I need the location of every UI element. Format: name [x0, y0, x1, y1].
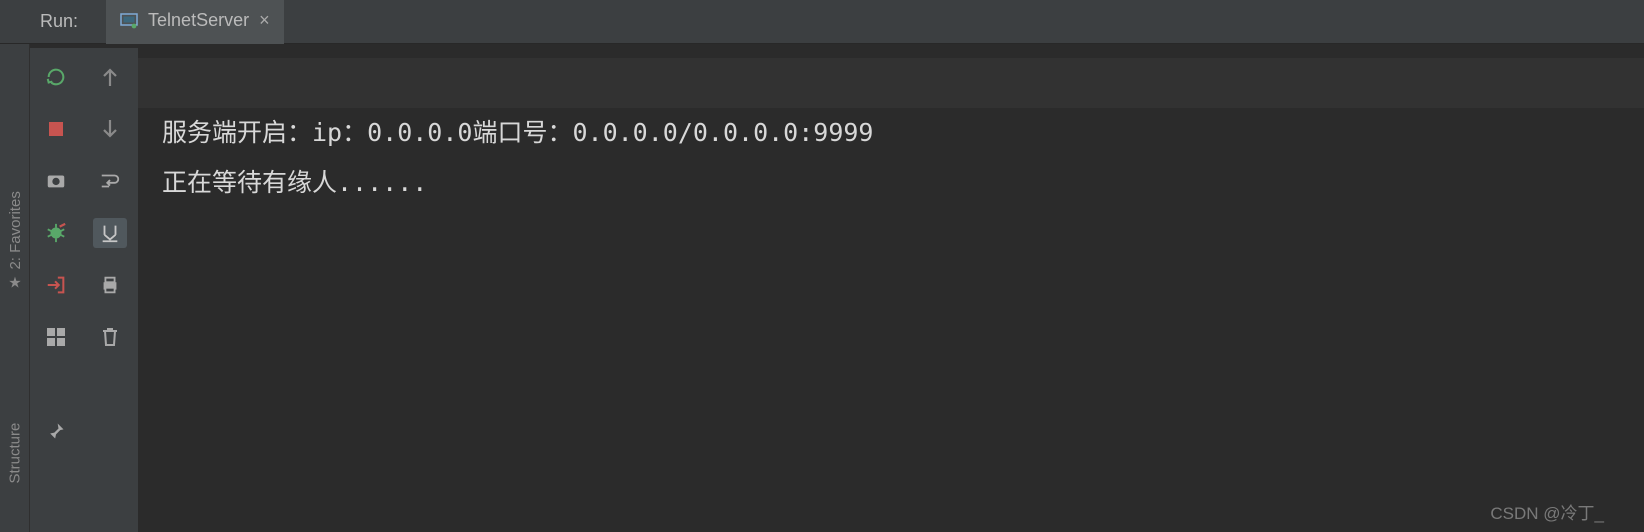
watermark: CSDN @冷丁_: [1490, 499, 1604, 524]
layout-button[interactable]: [39, 322, 73, 352]
soft-wrap-button[interactable]: [93, 166, 127, 196]
debug-button[interactable]: [39, 218, 73, 248]
console-output[interactable]: /Library/Java/JavaVirtualMachines/jdk1.8…: [138, 48, 1644, 532]
scroll-to-end-button[interactable]: [93, 218, 127, 248]
console-line-2: 正在等待有缘人......: [162, 168, 427, 197]
close-icon[interactable]: ×: [259, 10, 270, 31]
pin-button[interactable]: [39, 416, 73, 446]
star-icon: ★: [8, 273, 21, 291]
selection-highlight: [138, 58, 1644, 108]
down-arrow-button[interactable]: [93, 114, 127, 144]
exit-button[interactable]: [39, 270, 73, 300]
console-toolbar: [82, 48, 138, 532]
stop-button[interactable]: [39, 114, 73, 144]
run-label: Run:: [40, 11, 78, 32]
sidebar-tab-structure[interactable]: Structure: [7, 462, 24, 484]
print-button[interactable]: [93, 270, 127, 300]
side-rail: ★ 2: Favorites Structure: [0, 44, 30, 532]
sidebar-tab-favorites[interactable]: ★ 2: Favorites: [6, 267, 24, 289]
tab-title: TelnetServer: [148, 10, 249, 31]
console-line-1: 服务端开启：ip：0.0.0.0端口号：0.0.0.0/0.0.0.0:9999: [162, 118, 874, 147]
tab-telnetserver[interactable]: TelnetServer ×: [106, 0, 284, 44]
clear-all-button[interactable]: [93, 322, 127, 352]
dump-threads-button[interactable]: [39, 166, 73, 196]
run-toolbar: [30, 48, 82, 532]
up-arrow-button[interactable]: [93, 62, 127, 92]
application-icon: [120, 11, 138, 29]
rerun-button[interactable]: [39, 62, 73, 92]
run-header: Run: TelnetServer ×: [0, 0, 1644, 44]
